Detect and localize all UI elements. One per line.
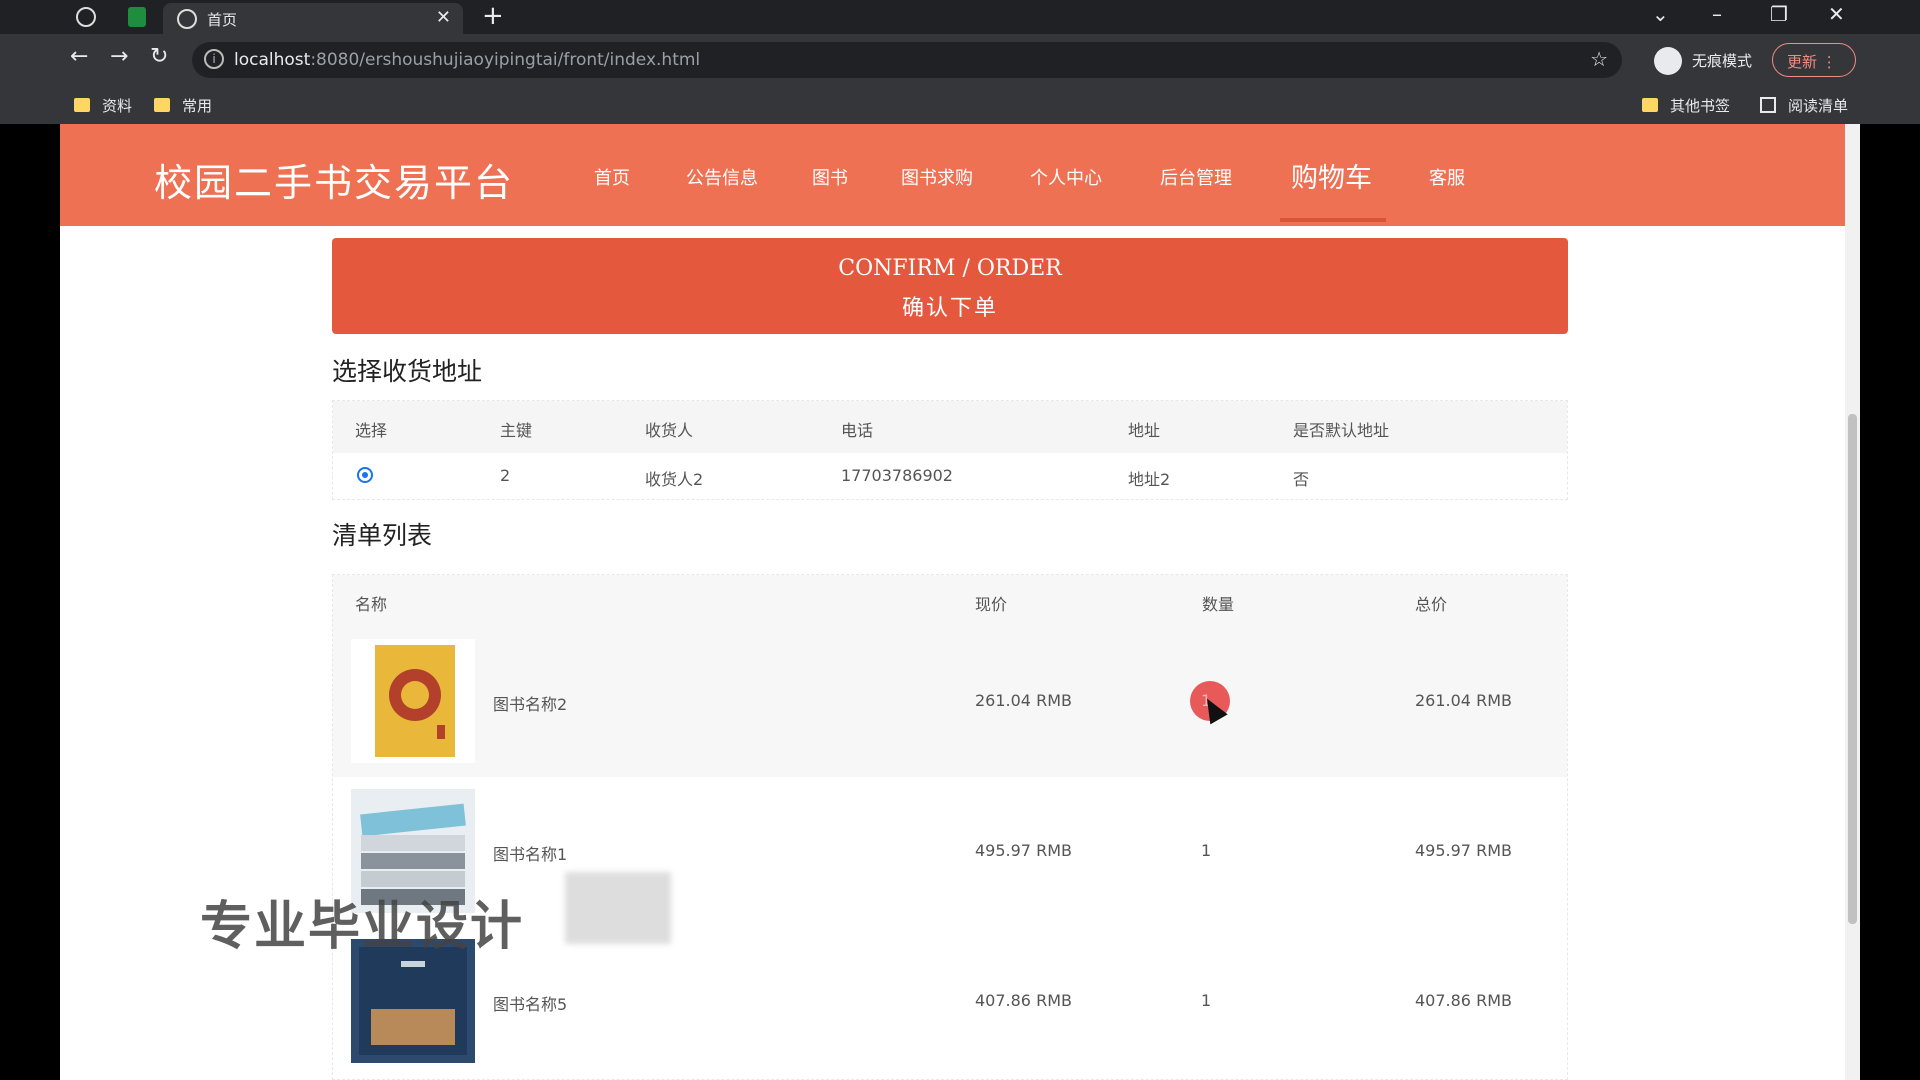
- items-table-header: 名称 现价 数量 总价: [333, 575, 1567, 627]
- item-price: 407.86 RMB: [975, 991, 1072, 1010]
- col-name: 名称: [355, 595, 388, 614]
- watermark-text: 专业毕业设计: [200, 897, 525, 957]
- browser-window: 首页 ✕ + ⌄ – ❐ ✕ ← → ↻ i localhost:8080/er…: [0, 0, 1920, 1080]
- address-id: 2: [500, 466, 511, 485]
- back-icon[interactable]: ←: [70, 44, 88, 69]
- folder-icon: [74, 98, 90, 112]
- items-section-title: 清单列表: [332, 521, 433, 550]
- col-receiver: 收货人: [645, 421, 694, 440]
- bookmark-label: 阅读清单: [1788, 97, 1849, 115]
- bookmarks-bar: 资料 常用 其他书签 阅读清单: [0, 86, 1920, 124]
- address-radio[interactable]: [357, 467, 373, 483]
- bookmark-item[interactable]: 资料: [74, 95, 132, 116]
- nav-announcements[interactable]: 公告信息: [686, 164, 758, 190]
- address-phone: 17703786902: [841, 466, 953, 485]
- address-text: 地址2: [1128, 470, 1171, 489]
- globe-icon[interactable]: [76, 7, 96, 27]
- col-total: 总价: [1415, 595, 1448, 614]
- item-name: 图书名称1: [493, 845, 568, 864]
- folder-icon: [1642, 98, 1658, 112]
- chevron-down-icon[interactable]: ⌄: [1652, 2, 1669, 26]
- item-name: 图书名称5: [493, 995, 568, 1014]
- bookmark-label: 资料: [102, 97, 133, 115]
- other-bookmarks[interactable]: 其他书签: [1642, 95, 1730, 116]
- reload-icon[interactable]: ↻: [150, 44, 168, 69]
- update-label: 更新: [1787, 53, 1818, 71]
- col-qty: 数量: [1202, 595, 1235, 614]
- book-cover-yellow: [351, 639, 475, 763]
- info-icon[interactable]: i: [204, 49, 224, 69]
- address-is-default: 否: [1293, 470, 1310, 489]
- active-tab[interactable]: 首页 ✕: [163, 3, 463, 34]
- address-receiver: 收货人2: [645, 470, 704, 489]
- update-button[interactable]: 更新 ⋮: [1772, 43, 1856, 77]
- screen: 首页 ✕ + ⌄ – ❐ ✕ ← → ↻ i localhost:8080/er…: [0, 0, 1920, 1080]
- banner-title-cn: 确认下单: [901, 296, 998, 321]
- items-table: 名称 现价 数量 总价 图书名称2 261.04 RMB 1 261.04 RM…: [332, 574, 1568, 1080]
- url-host: localhost: [234, 50, 311, 70]
- address-section-title: 选择收货地址: [332, 357, 483, 386]
- item-total: 407.86 RMB: [1415, 991, 1512, 1010]
- item-qty: 1: [1201, 841, 1212, 860]
- item-name: 图书名称2: [493, 695, 568, 714]
- col-phone: 电话: [841, 421, 874, 440]
- tab-title: 首页: [207, 11, 238, 29]
- browser-toolbar: ← → ↻ i localhost:8080/ershoushujiaoyipi…: [0, 34, 1920, 86]
- incognito-label: 无痕模式: [1692, 52, 1753, 70]
- banner-title-en: CONFIRM / ORDER: [838, 256, 1062, 281]
- tab-bar: 首页 ✕ + ⌄ – ❐ ✕: [0, 0, 1920, 34]
- col-address: 地址: [1128, 421, 1161, 440]
- nav-personal-center[interactable]: 个人中心: [1030, 164, 1102, 190]
- item-total: 495.97 RMB: [1415, 841, 1512, 860]
- nav-home[interactable]: 首页: [594, 164, 630, 190]
- nav-books[interactable]: 图书: [812, 164, 848, 190]
- reading-list-icon: [1760, 97, 1776, 113]
- nav-active-underline: [1280, 218, 1386, 222]
- scrollbar-thumb[interactable]: [1848, 414, 1857, 924]
- page-content: 校园二手书交易平台 首页 公告信息 图书 图书求购 个人中心 后台管理 购物车 …: [60, 124, 1845, 1080]
- item-total: 261.04 RMB: [1415, 691, 1512, 710]
- site-header: 校园二手书交易平台 首页 公告信息 图书 图书求购 个人中心 后台管理 购物车 …: [60, 124, 1845, 226]
- nav-customer-service[interactable]: 客服: [1429, 164, 1465, 190]
- incognito-icon: [1654, 47, 1682, 75]
- col-default: 是否默认地址: [1293, 421, 1390, 440]
- bookmark-item[interactable]: 常用: [154, 95, 212, 116]
- minimize-icon[interactable]: –: [1712, 2, 1722, 26]
- url-path: :8080/ershoushujiaoyipingtai/front/index…: [310, 50, 701, 70]
- bookmark-label: 常用: [182, 97, 213, 115]
- close-window-icon[interactable]: ✕: [1828, 2, 1845, 26]
- nav-admin[interactable]: 后台管理: [1160, 164, 1232, 190]
- address-table: 选择 主键 收货人 电话 地址 是否默认地址 2 收货人2 1770378690…: [332, 400, 1568, 500]
- item-qty: 1: [1201, 991, 1212, 1010]
- restore-icon[interactable]: ❐: [1770, 2, 1788, 26]
- col-id: 主键: [500, 421, 533, 440]
- close-tab-icon[interactable]: ✕: [436, 7, 451, 28]
- forward-icon[interactable]: →: [110, 44, 128, 69]
- col-select: 选择: [355, 421, 388, 440]
- bookmark-star-icon[interactable]: ☆: [1590, 47, 1608, 71]
- reading-list[interactable]: 阅读清单: [1760, 95, 1848, 116]
- table-row: 图书名称2 261.04 RMB 1 261.04 RMB: [333, 627, 1567, 777]
- blurred-region: [565, 872, 671, 944]
- item-price: 495.97 RMB: [975, 841, 1072, 860]
- folder-icon: [154, 98, 170, 112]
- globe-icon: [177, 9, 197, 29]
- page-scrollbar[interactable]: [1845, 124, 1860, 1080]
- sheet-tab-icon[interactable]: [128, 7, 146, 27]
- item-price: 261.04 RMB: [975, 691, 1072, 710]
- col-price: 现价: [975, 595, 1008, 614]
- address-bar[interactable]: i localhost:8080/ershoushujiaoyipingtai/…: [192, 42, 1622, 78]
- bookmark-label: 其他书签: [1670, 97, 1731, 115]
- confirm-order-banner: CONFIRM / ORDER 确认下单: [332, 238, 1568, 334]
- address-table-header: 选择 主键 收货人 电话 地址 是否默认地址: [333, 401, 1567, 453]
- nav-book-requests[interactable]: 图书求购: [901, 164, 973, 190]
- url-text[interactable]: localhost:8080/ershoushujiaoyipingtai/fr…: [234, 50, 700, 70]
- new-tab-icon[interactable]: +: [482, 1, 504, 31]
- nav-cart[interactable]: 购物车: [1291, 156, 1372, 195]
- site-title: 校园二手书交易平台: [154, 161, 515, 205]
